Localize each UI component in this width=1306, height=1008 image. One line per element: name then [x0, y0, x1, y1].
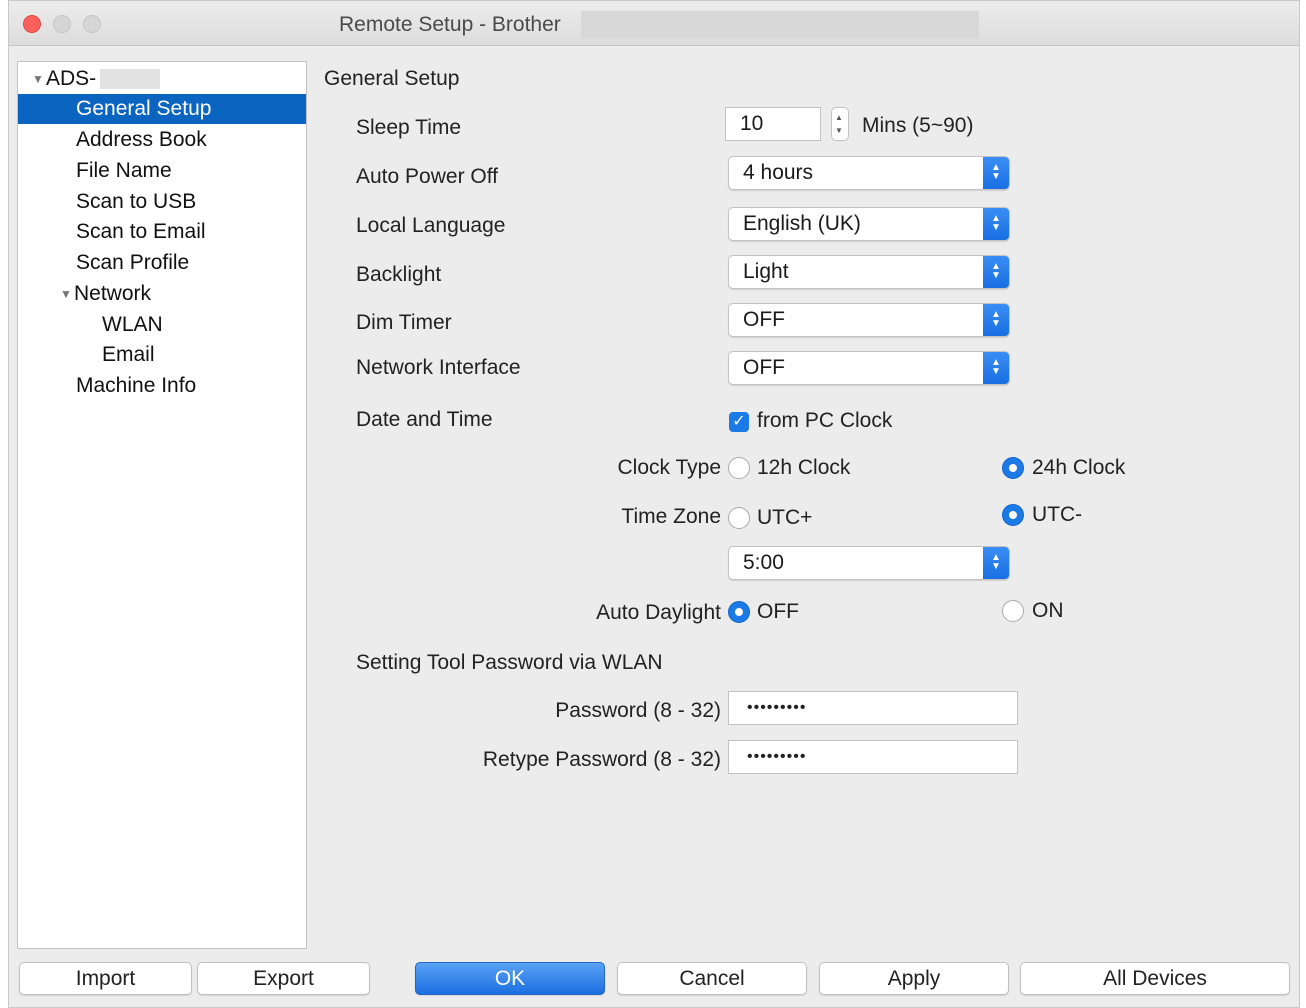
password-label: Password (8 - 32) — [555, 699, 721, 722]
tree-item-address-book[interactable]: Address Book — [18, 125, 306, 155]
local-language-select[interactable]: English (UK) ▲ ▼ — [728, 207, 1010, 241]
sleep-time-label: Sleep Time — [356, 116, 462, 139]
auto-daylight-on-radio[interactable] — [1002, 600, 1024, 622]
auto-daylight-on-label: ON — [1032, 599, 1064, 622]
clock-12h-label: 12h Clock — [757, 456, 851, 479]
from-pc-clock-label: from PC Clock — [757, 409, 893, 432]
sleep-time-stepper[interactable]: ▲ ▼ — [831, 107, 849, 141]
utc-minus-radio[interactable] — [1002, 504, 1024, 526]
clock-12h-radio[interactable] — [728, 457, 750, 479]
minimize-window-button[interactable] — [53, 15, 71, 33]
clock-type-label: Clock Type — [617, 456, 722, 479]
redacted-model-name — [581, 11, 979, 39]
remote-setup-window: Remote Setup - Brother ▼ ADS- General Set… — [8, 0, 1300, 1008]
tree-item-general-setup[interactable]: General Setup — [18, 94, 306, 124]
auto-daylight-label: Auto Daylight — [596, 601, 721, 624]
local-language-label: Local Language — [356, 214, 506, 237]
auto-power-off-label: Auto Power Off — [356, 165, 499, 188]
network-interface-select[interactable]: OFF ▲ ▼ — [728, 351, 1010, 385]
time-zone-label: Time Zone — [621, 505, 721, 528]
backlight-label: Backlight — [356, 263, 442, 286]
import-button[interactable]: Import — [19, 962, 192, 995]
network-interface-label: Network Interface — [356, 356, 521, 379]
stepper-down-icon[interactable]: ▼ — [835, 127, 843, 135]
password-input[interactable]: ••••••••• — [728, 691, 1018, 725]
network-interface-value: OFF — [743, 356, 785, 379]
dim-timer-label: Dim Timer — [356, 311, 452, 334]
auto-power-off-select[interactable]: 4 hours ▲ ▼ — [728, 156, 1010, 190]
settings-tree: ▼ ADS- General Setup Address Book File Na… — [17, 61, 307, 949]
select-arrows-icon: ▲ ▼ — [983, 304, 1009, 336]
cancel-button[interactable]: Cancel — [617, 962, 807, 995]
select-arrows-icon: ▲ ▼ — [983, 352, 1009, 384]
clock-24h-radio[interactable] — [1002, 457, 1024, 479]
select-arrows-icon: ▲ ▼ — [983, 157, 1009, 189]
tree-item-machine-info[interactable]: Machine Info — [18, 371, 306, 401]
dim-timer-value: OFF — [743, 308, 785, 331]
tree-item-file-name[interactable]: File Name — [18, 156, 306, 186]
section-title: General Setup — [324, 67, 460, 90]
window-title: Remote Setup - Brother — [339, 13, 561, 36]
ok-button[interactable]: OK — [415, 962, 605, 995]
sleep-time-unit: Mins (5~90) — [862, 114, 974, 137]
utc-plus-radio[interactable] — [728, 507, 750, 529]
backlight-select[interactable]: Light ▲ ▼ — [728, 255, 1010, 289]
tree-item-scan-profile[interactable]: Scan Profile — [18, 248, 306, 278]
tree-item-wlan[interactable]: WLAN — [18, 310, 306, 340]
retype-password-input[interactable]: ••••••••• — [728, 740, 1018, 774]
tree-item-scan-to-email[interactable]: Scan to Email — [18, 217, 306, 247]
tree-item-email[interactable]: Email — [18, 340, 306, 370]
date-time-label: Date and Time — [356, 408, 493, 431]
clock-24h-label: 24h Clock — [1032, 456, 1126, 479]
tree-item-scan-to-usb[interactable]: Scan to USB — [18, 187, 306, 217]
redacted-device-model — [100, 69, 161, 90]
tree-item-network-label: Network — [74, 282, 152, 305]
retype-password-label: Retype Password (8 - 32) — [482, 748, 721, 771]
auto-daylight-off-radio[interactable] — [728, 601, 750, 623]
zoom-window-button[interactable] — [83, 15, 101, 33]
auto-daylight-off-label: OFF — [757, 600, 799, 623]
tree-root-device[interactable]: ▼ ADS- — [18, 64, 306, 94]
time-zone-offset-select[interactable]: 5:00 ▲ ▼ — [728, 546, 1010, 580]
password-section-title: Setting Tool Password via WLAN — [356, 651, 663, 674]
stepper-up-icon[interactable]: ▲ — [835, 114, 843, 122]
select-arrows-icon: ▲ ▼ — [983, 547, 1009, 579]
dim-timer-select[interactable]: OFF ▲ ▼ — [728, 303, 1010, 337]
export-button[interactable]: Export — [197, 962, 370, 995]
auto-power-off-value: 4 hours — [743, 161, 814, 184]
tree-root-label: ADS- — [46, 67, 97, 90]
tree-item-network[interactable]: ▼ Network — [18, 279, 306, 309]
all-devices-button[interactable]: All Devices — [1020, 962, 1290, 995]
select-arrows-icon: ▲ ▼ — [983, 256, 1009, 288]
apply-button[interactable]: Apply — [819, 962, 1009, 995]
title-bar: Remote Setup - Brother — [9, 1, 1299, 46]
sleep-time-input[interactable]: 10 — [725, 107, 821, 141]
utc-minus-label: UTC- — [1032, 503, 1083, 526]
local-language-value: English (UK) — [743, 212, 861, 235]
backlight-value: Light — [743, 260, 789, 283]
utc-plus-label: UTC+ — [757, 506, 813, 529]
disclosure-triangle-icon[interactable]: ▼ — [60, 279, 74, 309]
time-zone-offset-value: 5:00 — [743, 551, 784, 574]
from-pc-clock-checkbox[interactable]: ✓ — [729, 412, 749, 432]
disclosure-triangle-icon[interactable]: ▼ — [32, 64, 46, 94]
close-window-button[interactable] — [23, 15, 41, 33]
select-arrows-icon: ▲ ▼ — [983, 208, 1009, 240]
